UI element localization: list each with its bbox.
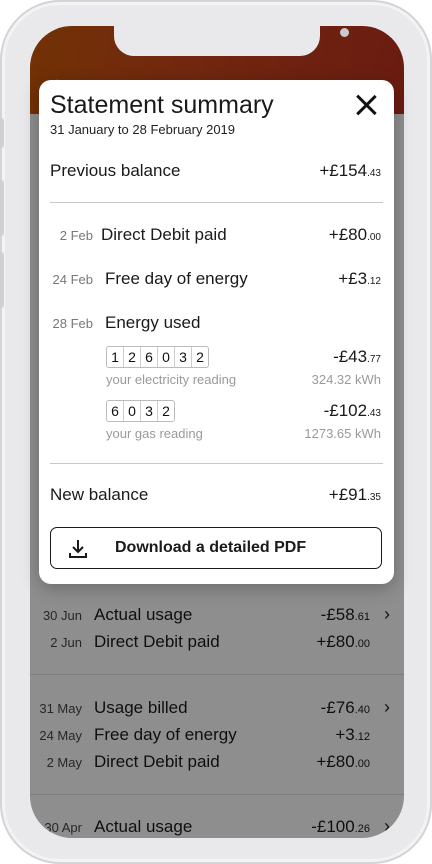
transaction-label: Energy used [105, 313, 201, 332]
transaction-amount: +£80.00 [328, 225, 381, 244]
meter-digit: 2 [162, 403, 170, 419]
transaction-date: 28 Feb [52, 316, 93, 331]
meter-digit: 2 [196, 349, 204, 365]
close-icon[interactable] [353, 92, 379, 118]
gas-kwh: 1273.65 kWh [304, 426, 381, 441]
statement-period: 31 January to 28 February 2019 [50, 122, 236, 137]
electricity-meter-reading: 126032 [106, 346, 209, 368]
meter-digit: 0 [124, 401, 141, 421]
phone-notch [114, 26, 349, 56]
new-balance-row: New balance +£91.35 [50, 485, 381, 505]
mute-switch [0, 118, 4, 148]
electricity-amount: -£43.77 [333, 347, 381, 366]
meter-digit: 0 [158, 347, 175, 367]
previous-balance-label: Previous balance [50, 161, 181, 180]
previous-balance-amount: +£154.43 [319, 161, 381, 180]
transaction-label: Direct Debit paid [101, 225, 227, 244]
electricity-kwh: 324.32 kWh [311, 372, 381, 387]
divider [50, 202, 383, 203]
meter-digit: 6 [141, 347, 158, 367]
transaction-label: Free day of energy [105, 269, 248, 288]
statement-summary-modal: Statement summary 31 January to 28 Febru… [39, 80, 394, 584]
meter-digit: 1 [107, 347, 124, 367]
gas-meter-reading: 6032 [106, 400, 175, 422]
gas-reading-caption: your gas reading [106, 426, 203, 441]
divider [50, 463, 383, 464]
download-pdf-label: Download a detailed PDF [115, 539, 307, 556]
camera-icon [340, 28, 349, 37]
meter-digit: 6 [107, 401, 124, 421]
new-balance-label: New balance [50, 485, 149, 504]
gas-amount: -£102.43 [323, 401, 381, 420]
new-balance-amount: +£91.35 [328, 485, 381, 504]
electricity-reading-caption: your electricity reading [106, 372, 237, 387]
transaction-amount: +£3.12 [338, 269, 381, 288]
transaction-date: 24 Feb [52, 272, 93, 287]
previous-balance-row: Previous balance +£154.43 [50, 161, 381, 181]
meter-digit: 2 [124, 347, 141, 367]
volume-down-button [0, 252, 4, 308]
meter-digit: 3 [175, 347, 192, 367]
transaction-date: 2 Feb [59, 228, 93, 243]
download-pdf-button[interactable]: Download a detailed PDF [50, 527, 382, 569]
download-icon [69, 540, 87, 558]
meter-digit: 3 [141, 401, 158, 421]
modal-title: Statement summary [50, 91, 274, 119]
volume-up-button [0, 180, 4, 236]
